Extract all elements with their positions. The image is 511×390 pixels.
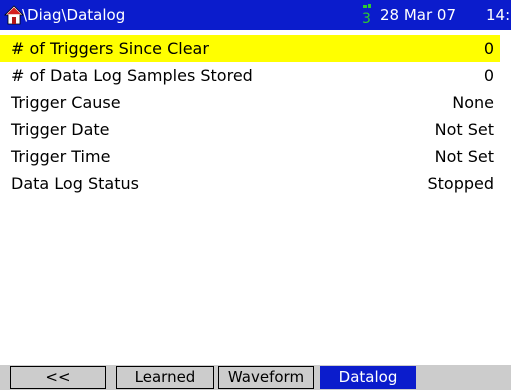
row-label: Data Log Status	[11, 174, 139, 193]
datalog-softkey[interactable]: Datalog	[320, 366, 416, 389]
battery-icon: 3	[362, 4, 371, 27]
svg-text:3: 3	[362, 11, 371, 27]
row-label: # of Data Log Samples Stored	[11, 66, 253, 85]
row-triggers-since-clear[interactable]: # of Triggers Since Clear 0	[0, 35, 500, 62]
softkey-bar: << Learned Waveform Datalog	[0, 365, 511, 390]
device-screen: \Diag\Datalog 3 28 Mar 07 14:30 # of Tri…	[0, 0, 511, 390]
title-bar: \Diag\Datalog 3 28 Mar 07 14:30	[0, 0, 511, 30]
row-trigger-date[interactable]: Trigger Date Not Set	[0, 116, 500, 143]
back-softkey[interactable]: <<	[10, 366, 106, 389]
time-display: 14:30	[486, 6, 511, 24]
row-value: 0	[483, 66, 494, 85]
row-value: None	[452, 93, 494, 112]
learned-softkey[interactable]: Learned	[116, 366, 214, 389]
row-label: Trigger Time	[11, 147, 111, 166]
row-data-log-status[interactable]: Data Log Status Stopped	[0, 170, 500, 197]
row-value: Stopped	[427, 174, 494, 193]
row-label: Trigger Date	[11, 120, 110, 139]
datalog-list: # of Triggers Since Clear 0 # of Data Lo…	[0, 35, 511, 197]
row-value: 0	[483, 39, 494, 58]
row-label: # of Triggers Since Clear	[11, 39, 209, 58]
row-trigger-cause[interactable]: Trigger Cause None	[0, 89, 500, 116]
breadcrumb-path: \Diag\Datalog	[22, 6, 126, 24]
row-trigger-time[interactable]: Trigger Time Not Set	[0, 143, 500, 170]
row-samples-stored[interactable]: # of Data Log Samples Stored 0	[0, 62, 500, 89]
row-label: Trigger Cause	[11, 93, 121, 112]
home-icon	[4, 5, 24, 25]
waveform-softkey[interactable]: Waveform	[218, 366, 314, 389]
row-value: Not Set	[434, 120, 494, 139]
row-value: Not Set	[434, 147, 494, 166]
date-display: 28 Mar 07	[380, 6, 457, 24]
